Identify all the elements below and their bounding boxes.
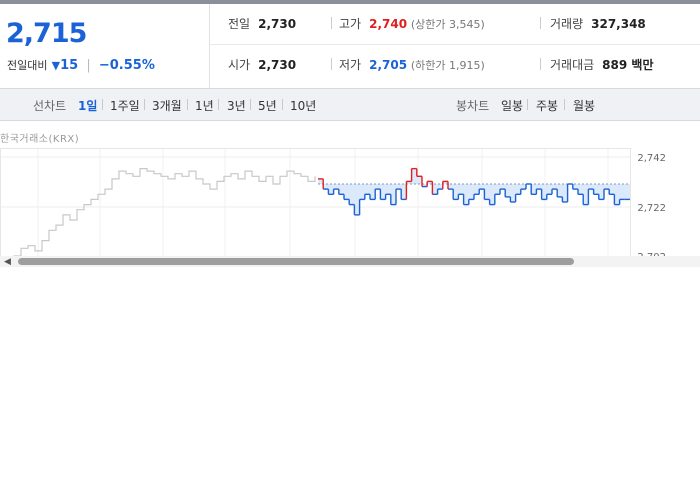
tab-1-year[interactable]: 1년 xyxy=(195,97,214,114)
open-value: 2,730 xyxy=(258,58,297,72)
change-rate: −0.55% xyxy=(98,58,155,73)
chart-grid xyxy=(0,148,631,256)
low-cell: 저가 2,705 (하한가 1,915) xyxy=(339,56,485,73)
tab-divider xyxy=(250,99,251,110)
prev-close-value: 2,730 xyxy=(258,17,297,31)
cell-divider xyxy=(331,58,332,70)
quote-info-table: 전일 2,730 고가 2,740 (상한가 3,545) 거래량 327,348 시… xyxy=(209,4,700,88)
ref-fill-area xyxy=(318,168,630,215)
current-price: 2,715 xyxy=(6,18,87,49)
prev-day-line xyxy=(13,168,316,256)
open-label: 시가 xyxy=(228,58,251,72)
tab-divider xyxy=(564,99,565,110)
info-row-1: 전일 2,730 고가 2,740 (상한가 3,545) 거래량 327,348 xyxy=(210,4,700,45)
volume-label: 거래량 xyxy=(550,17,584,31)
tab-monthly-candle[interactable]: 월봉 xyxy=(573,97,595,114)
tab-divider xyxy=(102,99,103,110)
cell-divider xyxy=(540,58,541,70)
chart-frame xyxy=(0,148,631,256)
scroll-left-icon[interactable]: ◀ xyxy=(4,257,11,267)
cell-divider xyxy=(540,17,541,29)
low-value: 2,705 xyxy=(369,58,408,72)
tab-1-day[interactable]: 1일 xyxy=(78,97,97,114)
line-chart-label: 선차트 xyxy=(33,99,67,113)
data-source: 한국거래소(KRX) xyxy=(0,134,80,145)
prev-close-label: 전일 xyxy=(228,17,251,31)
tab-daily-candle[interactable]: 일봉 xyxy=(501,97,523,114)
price-change: 전일대비 ▼15 | −0.55% xyxy=(7,57,155,73)
prev-close-cell: 전일 2,730 xyxy=(228,15,296,32)
tab-weekly-candle[interactable]: 주봉 xyxy=(536,97,558,114)
change-value: 15 xyxy=(60,58,79,73)
candle-chart-label: 봉차트 xyxy=(456,99,490,113)
high-label: 고가 xyxy=(339,17,362,31)
tab-divider xyxy=(187,99,188,110)
volume-value: 327,348 xyxy=(591,17,646,31)
lower-limit: (하한가 1,915) xyxy=(410,59,485,72)
tab-divider xyxy=(282,99,283,110)
low-label: 저가 xyxy=(339,58,362,72)
tab-3-months[interactable]: 3개월 xyxy=(152,97,182,114)
price-summary: 2,715 전일대비 ▼15 | −0.55% xyxy=(0,4,209,88)
high-cell: 고가 2,740 (상한가 3,545) xyxy=(339,15,485,32)
chart-controls: 선차트 1일 1주일 3개월 1년 3년 5년 10년 봉차트 일봉 주봉 월봉 xyxy=(0,88,700,121)
tab-divider xyxy=(144,99,145,110)
y-tick-label: 2,722 xyxy=(637,203,666,214)
tab-5-years[interactable]: 5년 xyxy=(258,97,277,114)
cell-divider xyxy=(331,17,332,29)
amount-label: 거래대금 xyxy=(550,58,595,72)
amount-value: 889 백만 xyxy=(602,58,654,72)
chart-scrollbar[interactable]: ◀ xyxy=(0,256,700,267)
upper-limit: (상한가 3,545) xyxy=(410,18,485,31)
tab-3-years[interactable]: 3년 xyxy=(227,97,246,114)
open-cell: 시가 2,730 xyxy=(228,56,296,73)
y-tick-label: 2,742 xyxy=(637,153,666,164)
tab-10-years[interactable]: 10년 xyxy=(290,97,316,114)
volume-cell: 거래량 327,348 xyxy=(550,15,646,32)
change-divider: | xyxy=(86,58,91,73)
tab-1-week[interactable]: 1주일 xyxy=(110,97,140,114)
intraday-price-chart: 2,742 2,722 2,702 xyxy=(0,148,666,256)
down-triangle-icon: ▼ xyxy=(51,59,61,72)
info-row-2: 시가 2,730 저가 2,705 (하한가 1,915) 거래대금 889 백만 xyxy=(210,45,700,85)
high-value: 2,740 xyxy=(369,17,408,31)
tab-divider xyxy=(218,99,219,110)
tab-divider xyxy=(527,99,528,110)
amount-cell: 거래대금 889 백만 xyxy=(550,56,653,73)
change-label: 전일대비 xyxy=(7,59,48,72)
scrollbar-thumb[interactable] xyxy=(18,258,574,265)
